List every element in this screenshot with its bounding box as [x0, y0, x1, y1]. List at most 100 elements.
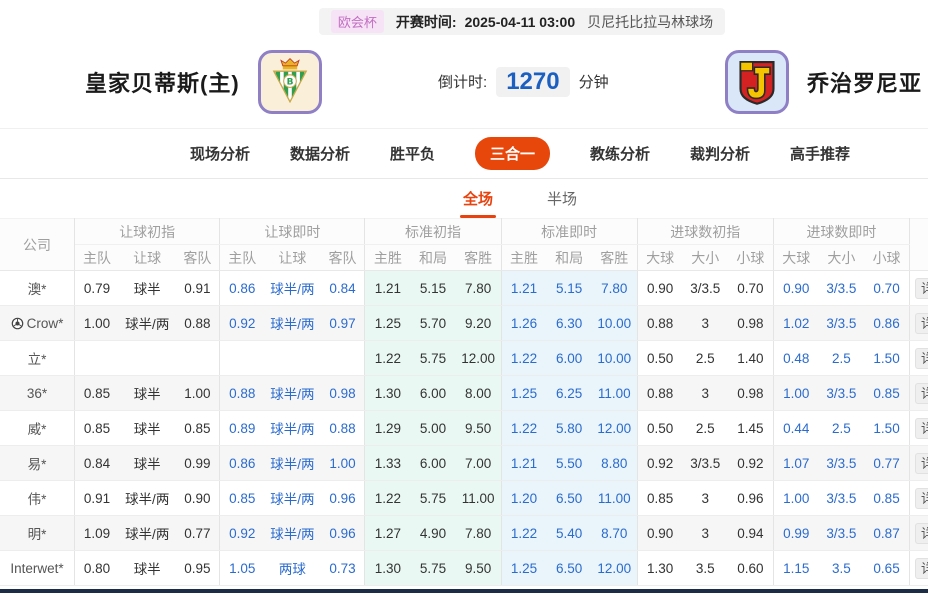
odds-cell: 9.20	[456, 306, 501, 341]
odds-cell: 0.85	[75, 411, 119, 446]
detail-button[interactable]: 详	[915, 418, 928, 439]
detail-button[interactable]: 详	[915, 453, 928, 474]
odds-cell: 0.85	[864, 481, 909, 516]
odds-cell: 3/3.5	[819, 306, 864, 341]
tab-coach-analysis[interactable]: 教练分析	[590, 143, 650, 164]
odds-cell: 0.85	[637, 481, 682, 516]
detail-cell: 详	[910, 446, 928, 481]
odds-cell: 0.90	[773, 271, 818, 306]
tab-live-analysis[interactable]: 现场分析	[190, 143, 250, 164]
odds-cell	[175, 341, 219, 376]
table-row: Crow*1.00球半/两0.880.92球半/两0.971.255.709.2…	[0, 306, 928, 341]
odds-cell: 球半	[119, 411, 175, 446]
odds-cell: 球半/两	[264, 481, 320, 516]
odds-cell: 1.22	[365, 341, 410, 376]
odds-cell: 5.00	[410, 411, 455, 446]
odds-cell: 2.5	[683, 341, 728, 376]
odds-cell: 3.5	[819, 551, 864, 586]
odds-cell: 5.40	[546, 516, 591, 551]
betis-crest-icon: B	[263, 55, 317, 109]
tab-data-analysis[interactable]: 数据分析	[290, 143, 350, 164]
odds-cell: 1.25	[501, 551, 546, 586]
odds-cell: 0.90	[637, 271, 682, 306]
countdown-label: 倒计时:	[438, 71, 487, 92]
column-subheader: 主队	[220, 245, 264, 271]
odds-cell: 0.99	[773, 516, 818, 551]
odds-cell: 7.80	[592, 271, 637, 306]
detail-button[interactable]: 详	[915, 558, 928, 579]
odds-cell: 球半/两	[119, 481, 175, 516]
jagiellonia-crest-icon	[731, 56, 783, 108]
odds-cell: 1.50	[864, 341, 909, 376]
detail-button[interactable]: 详	[915, 488, 928, 509]
tab-expert-picks[interactable]: 高手推荐	[790, 143, 850, 164]
odds-cell: 球半	[119, 376, 175, 411]
company-cell: Crow*	[0, 306, 75, 341]
odds-cell: 0.95	[175, 551, 219, 586]
odds-cell: 5.15	[546, 271, 591, 306]
odds-cell: 1.45	[728, 411, 773, 446]
analysis-nav: 现场分析 数据分析 胜平负 三合一 教练分析 裁判分析 高手推荐	[0, 129, 928, 179]
odds-cell: 1.20	[501, 481, 546, 516]
column-subheader: 小球	[864, 245, 909, 271]
tab-referee-analysis[interactable]: 裁判分析	[690, 143, 750, 164]
odds-cell: 1.00	[773, 481, 818, 516]
detail-button[interactable]: 详	[915, 278, 928, 299]
odds-cell: 7.80	[456, 516, 501, 551]
company-cell: 36*	[0, 376, 75, 411]
odds-cell: 3/3.5	[819, 481, 864, 516]
home-team-name[interactable]: 皇家贝蒂斯(主)	[85, 66, 240, 98]
odds-cell: 球半/两	[119, 306, 175, 341]
odds-cell: 12.00	[456, 341, 501, 376]
odds-cell: 3/3.5	[819, 271, 864, 306]
league-badge[interactable]: 欧会杯	[331, 10, 384, 33]
detail-button[interactable]: 详	[915, 348, 928, 369]
odds-cell: 1.02	[773, 306, 818, 341]
odds-table: 公司让球初指让球即时标准初指标准即时进球数初指进球数即时主队让球客队主队让球客队…	[0, 218, 928, 586]
odds-cell: 0.92	[728, 446, 773, 481]
detail-button[interactable]: 详	[915, 523, 928, 544]
detail-cell: 详	[910, 271, 928, 306]
column-subheader: 和局	[546, 245, 591, 271]
odds-cell: 球半/两	[264, 306, 320, 341]
tab-three-in-one[interactable]: 三合一	[475, 137, 550, 170]
column-subheader: 大球	[773, 245, 818, 271]
odds-cell: 球半/两	[119, 516, 175, 551]
subtab-full-match[interactable]: 全场	[460, 179, 496, 218]
odds-cell: 0.96	[321, 481, 365, 516]
odds-cell: 1.26	[501, 306, 546, 341]
sub-tabs: 全场 半场	[460, 179, 580, 218]
subtab-half-match[interactable]: 半场	[544, 179, 580, 218]
odds-cell: 0.99	[175, 446, 219, 481]
odds-cell: 0.80	[75, 551, 119, 586]
odds-cell: 3/3.5	[683, 446, 728, 481]
venue-name: 贝尼托比拉马林球场	[587, 12, 713, 32]
odds-cell: 12.00	[592, 551, 637, 586]
odds-cell: 0.85	[220, 481, 264, 516]
odds-cell: 0.50	[637, 341, 682, 376]
column-subheader: 小球	[728, 245, 773, 271]
odds-cell: 0.88	[637, 376, 682, 411]
company-cell: Interwet*	[0, 551, 75, 586]
odds-cell: 0.88	[321, 411, 365, 446]
odds-cell: 0.91	[75, 481, 119, 516]
odds-cell: 6.00	[410, 446, 455, 481]
detail-cell: 详	[910, 481, 928, 516]
odds-cell: 1.07	[773, 446, 818, 481]
match-info-bar: 欧会杯 开赛时间: 2025-04-11 03:00 贝尼托比拉马林球场	[0, 8, 928, 35]
detail-button[interactable]: 详	[915, 383, 928, 404]
odds-cell: 0.87	[864, 516, 909, 551]
period-subnav: 全场 半场	[0, 179, 928, 218]
odds-cell: 球半/两	[264, 516, 320, 551]
detail-cell: 详	[910, 376, 928, 411]
tab-win-draw-lose[interactable]: 胜平负	[390, 143, 435, 164]
odds-cell: 8.70	[592, 516, 637, 551]
detail-button[interactable]: 详	[915, 313, 928, 334]
away-team-name[interactable]: 乔治罗尼亚	[807, 66, 922, 98]
odds-cell: 0.97	[321, 306, 365, 341]
odds-cell: 6.00	[410, 376, 455, 411]
odds-cell: 两球	[264, 551, 320, 586]
countdown-value: 1270	[496, 67, 569, 97]
odds-cell: 1.00	[773, 376, 818, 411]
odds-cell: 0.92	[637, 446, 682, 481]
